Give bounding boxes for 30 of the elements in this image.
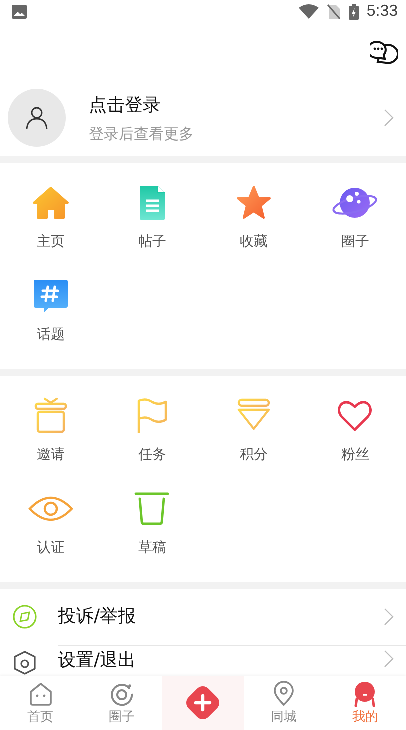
shortcut-button[interactable]: 圈子 [320, 183, 390, 251]
settings-icon [12, 650, 38, 676]
chevron-right-icon [384, 608, 394, 626]
no-sim-icon [326, 4, 341, 20]
chevron-right-icon [384, 650, 394, 668]
shortcut-button[interactable]: 粉丝 [320, 396, 390, 464]
add-button[interactable] [162, 676, 244, 730]
shortcut-button[interactable]: 任务 [117, 396, 188, 464]
chat-bubbles-icon [370, 38, 398, 66]
shortcut-button[interactable]: 草稿 [117, 489, 188, 557]
compass-icon [12, 604, 38, 630]
chat-button[interactable] [370, 38, 398, 66]
shortcut-button[interactable]: 邀请 [16, 396, 86, 464]
shortcut-button[interactable]: 话题 [16, 276, 86, 344]
status-time: 5:33 [366, 3, 398, 21]
person-icon [25, 106, 49, 130]
battery-icon [348, 4, 359, 20]
wifi-icon [298, 4, 319, 20]
tab[interactable]: 同城 [244, 676, 325, 730]
shortcut-button[interactable]: 帖子 [117, 183, 188, 251]
tab[interactable]: 首页 [0, 676, 82, 730]
image-icon [12, 5, 27, 19]
tab[interactable]: 圈子 [81, 676, 162, 730]
login-title[interactable]: 点击登录 [89, 92, 361, 116]
login-subtitle: 登录后查看更多 [89, 124, 195, 144]
chevron-right-icon [384, 109, 394, 127]
shortcut-button[interactable]: 主页 [16, 183, 86, 251]
shortcut-button[interactable]: 收藏 [218, 183, 289, 251]
shortcut-button[interactable]: 积分 [218, 396, 289, 464]
shortcut-button[interactable]: 认证 [16, 489, 86, 557]
